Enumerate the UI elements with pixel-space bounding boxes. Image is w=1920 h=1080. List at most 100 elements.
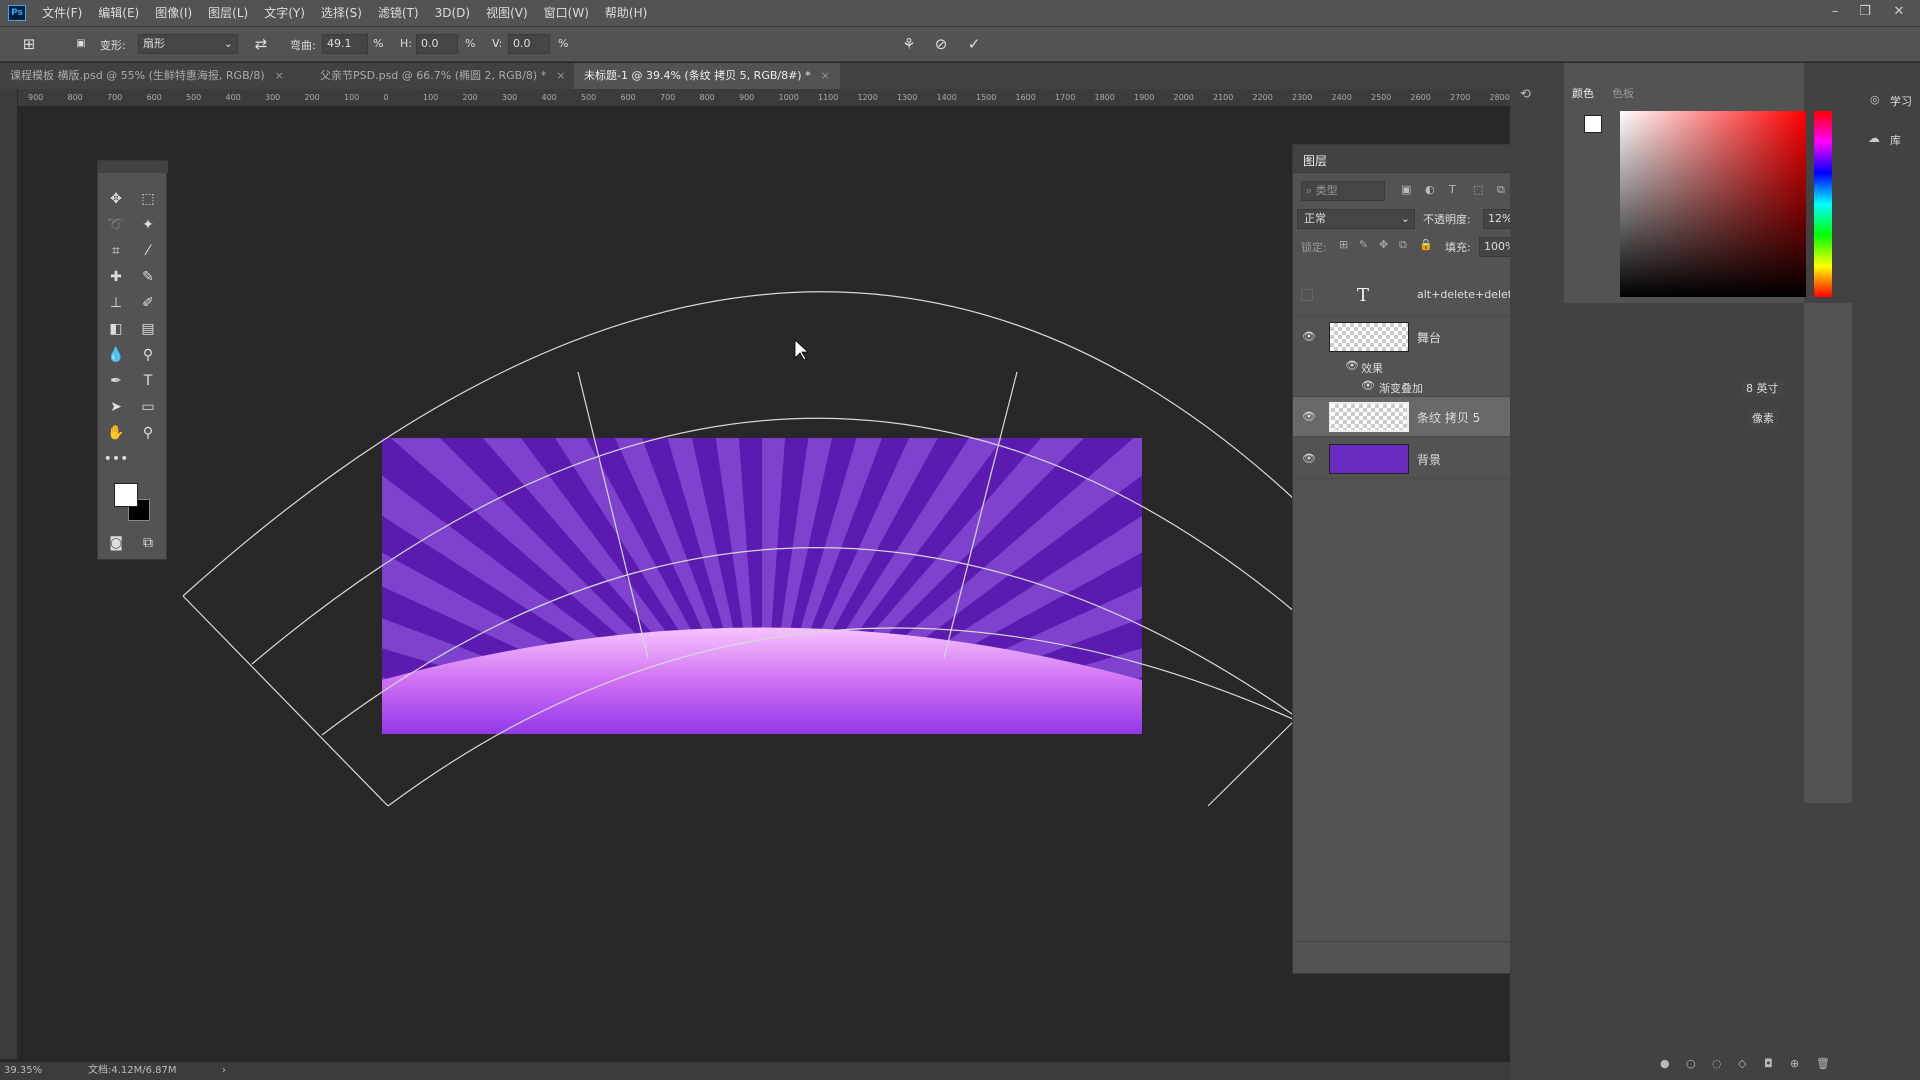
close-window-button[interactable]: ✕	[1886, 0, 1912, 26]
learn-label[interactable]: 学习	[1890, 93, 1912, 109]
lock-pixels-icon[interactable]: ✎	[1359, 238, 1368, 251]
more-tools-icon[interactable]: •••	[102, 447, 130, 471]
reference-point-icon[interactable]: ▣	[70, 33, 92, 55]
menu-image[interactable]: 图像(I)	[147, 0, 200, 26]
marquee-tool-icon[interactable]: ⬚	[134, 187, 162, 211]
eyedropper-icon[interactable]: ⁄	[134, 239, 162, 263]
footer-icon[interactable]: ●	[1660, 1057, 1670, 1070]
menu-select[interactable]: 选择(S)	[313, 0, 370, 26]
warp-orientation-icon[interactable]: ⇄	[250, 33, 272, 55]
menu-layer[interactable]: 图层(L)	[200, 0, 256, 26]
footer-icon[interactable]: ⊕	[1790, 1057, 1799, 1070]
healing-brush-icon[interactable]: ✚	[102, 265, 130, 289]
crop-tool-icon[interactable]: ⌗	[102, 239, 130, 263]
tab-document-1[interactable]: 课程模板 横版.psd @ 55% (生鲜特惠海报, RGB/8) ×	[0, 63, 294, 89]
transform-tool-icon[interactable]: ⊞	[18, 33, 40, 55]
brush-tool-icon[interactable]: ✎	[134, 265, 162, 289]
ruler-tick-label: 2400	[1331, 93, 1352, 102]
text-layer-icon: T	[1357, 285, 1370, 306]
library-icon[interactable]: ☁	[1868, 131, 1880, 145]
eye-icon[interactable]: 👁	[1301, 329, 1317, 345]
minimize-button[interactable]: –	[1822, 0, 1848, 26]
toolbox-header[interactable]	[98, 161, 168, 173]
layers-panel-title[interactable]: 图层	[1303, 152, 1327, 169]
footer-icon[interactable]: ◌	[1712, 1057, 1722, 1070]
warp-grid-svg[interactable]	[18, 107, 1510, 1062]
cancel-transform-icon[interactable]: ⊘	[930, 33, 952, 55]
menu-window[interactable]: 窗口(W)	[536, 0, 597, 26]
type-tool-icon[interactable]: T	[134, 369, 162, 393]
tab-swatches[interactable]: 色板	[1612, 85, 1634, 101]
document-tabs: 课程模板 横版.psd @ 55% (生鲜特惠海报, RGB/8) × 父亲节PS…	[0, 63, 1510, 89]
warp-style-select[interactable]: 扇形 ⌄	[138, 34, 238, 54]
commit-transform-icon[interactable]: ✓	[963, 33, 985, 55]
eye-icon[interactable]: 👁	[1301, 451, 1317, 467]
filter-pixel-icon[interactable]: ▣	[1401, 183, 1411, 196]
footer-icon[interactable]: ◇	[1738, 1057, 1746, 1070]
path-selection-icon[interactable]: ➤	[102, 395, 130, 419]
menu-type[interactable]: 文字(Y)	[256, 0, 313, 26]
screen-mode-icon[interactable]: ⧉	[134, 531, 162, 555]
zoom-tool-icon[interactable]: ⚲	[134, 421, 162, 445]
eye-icon[interactable]: 👁	[1361, 379, 1375, 392]
pen-tool-icon[interactable]: ✒	[102, 369, 130, 393]
canvas-area[interactable]	[18, 107, 1510, 1062]
chevron-right-icon[interactable]: ›	[222, 1062, 226, 1080]
zoom-level[interactable]: 39.35%	[4, 1062, 42, 1080]
v-input[interactable]: 0.0	[508, 34, 550, 54]
lock-all-icon[interactable]: 🔒	[1419, 238, 1433, 251]
clone-stamp-icon[interactable]: ⊥	[102, 291, 130, 315]
color-field[interactable]	[1620, 111, 1806, 297]
footer-icon[interactable]: ◘	[1764, 1057, 1773, 1070]
history-brush-icon[interactable]: ✐	[134, 291, 162, 315]
bend-input[interactable]: 49.1	[322, 34, 368, 54]
menu-edit[interactable]: 编辑(E)	[90, 0, 147, 26]
tab-color[interactable]: 颜色	[1572, 85, 1594, 101]
opacity-label: 不透明度:	[1423, 213, 1471, 226]
puppet-warp-icon[interactable]: ⚘	[898, 33, 920, 55]
move-tool-icon[interactable]: ✥	[102, 187, 130, 211]
menu-file[interactable]: 文件(F)	[34, 0, 90, 26]
eye-icon[interactable]: 👁	[1301, 409, 1317, 425]
eraser-tool-icon[interactable]: ◧	[102, 317, 130, 341]
eye-icon[interactable]: 👁	[1345, 359, 1359, 372]
filter-type-icon[interactable]: T	[1449, 183, 1456, 196]
tab-document-3[interactable]: 未标题-1 @ 39.4% (条纹 拷贝 5, RGB/8#) * ×	[574, 63, 840, 89]
fg-color-chip[interactable]	[1584, 115, 1602, 133]
shape-tool-icon[interactable]: ▭	[134, 395, 162, 419]
menu-view[interactable]: 视图(V)	[478, 0, 536, 26]
layer-filter-select[interactable]: ⌕ 类型	[1301, 181, 1385, 201]
dodge-tool-icon[interactable]: ⚲	[134, 343, 162, 367]
restore-button[interactable]: ❐	[1852, 0, 1878, 26]
hue-slider[interactable]	[1814, 111, 1832, 297]
trash-icon[interactable]: 🗑	[1816, 1057, 1830, 1070]
menu-3d[interactable]: 3D(D)	[427, 0, 478, 26]
close-icon[interactable]: ×	[556, 69, 565, 82]
magic-wand-icon[interactable]: ✦	[134, 213, 162, 237]
hand-tool-icon[interactable]: ✋	[102, 421, 130, 445]
blur-tool-icon[interactable]: 💧	[102, 343, 130, 367]
lock-transparent-icon[interactable]: ⊞	[1339, 238, 1348, 251]
menu-help[interactable]: 帮助(H)	[597, 0, 655, 26]
lock-artboard-icon[interactable]: ⧉	[1399, 238, 1407, 252]
quick-mask-icon[interactable]: ◙	[102, 531, 130, 555]
close-icon[interactable]: ×	[275, 69, 284, 82]
tab-document-2[interactable]: 父亲节PSD.psd @ 66.7% (椭圆 2, RGB/8) * ×	[310, 63, 575, 89]
learn-icon[interactable]: ◎	[1870, 93, 1880, 106]
filter-adjustment-icon[interactable]: ◐	[1425, 183, 1435, 196]
doc-info[interactable]: 文档:4.12M/6.87M	[88, 1062, 177, 1080]
filter-shape-icon[interactable]: ⬚	[1473, 183, 1483, 196]
blend-mode-select[interactable]: 正常 ⌄	[1297, 209, 1415, 229]
foreground-color-swatch-top[interactable]	[114, 483, 138, 507]
close-icon[interactable]: ×	[821, 69, 830, 82]
h-input[interactable]: 0.0	[416, 34, 458, 54]
filter-smart-object-icon[interactable]: ⧉	[1497, 183, 1505, 197]
lock-position-icon[interactable]: ✥	[1379, 238, 1388, 251]
library-label[interactable]: 库	[1890, 132, 1901, 148]
footer-icon[interactable]: ○	[1686, 1057, 1696, 1070]
history-icon[interactable]: ⟲	[1520, 87, 1531, 102]
visibility-toggle[interactable]	[1301, 289, 1313, 301]
lasso-tool-icon[interactable]: ➰	[102, 213, 130, 237]
gradient-tool-icon[interactable]: ▤	[134, 317, 162, 341]
menu-filter[interactable]: 滤镜(T)	[370, 0, 427, 26]
